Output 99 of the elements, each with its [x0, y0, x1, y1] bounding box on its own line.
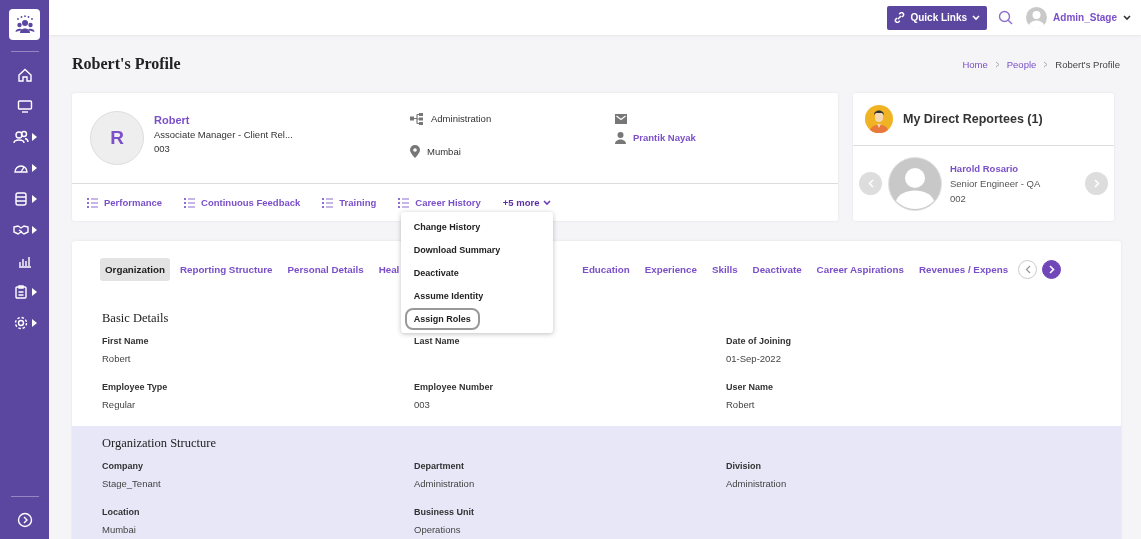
- designation: Associate Manager - Client Rel...: [154, 129, 294, 140]
- tab[interactable]: Deactivate: [747, 257, 807, 281]
- field-label: Location: [102, 507, 141, 517]
- scroll-right-button[interactable]: [1042, 259, 1062, 279]
- org-chart-icon: [410, 112, 424, 125]
- tab[interactable]: Personal Details: [282, 257, 369, 281]
- list-icon: [184, 197, 196, 208]
- reportee-role: Senior Engineer - QA: [950, 178, 1042, 189]
- search-icon: [998, 10, 1014, 25]
- home-icon: [16, 66, 33, 83]
- field-label: Business Unit: [414, 507, 475, 517]
- reportee-name[interactable]: Harold Rosario: [950, 163, 1085, 174]
- tab[interactable]: Heal: [373, 257, 405, 281]
- database-icon: [12, 190, 29, 207]
- tab[interactable]: Skills: [707, 257, 743, 281]
- caret-icon: [31, 225, 37, 234]
- more-button[interactable]: +5 more: [502, 197, 552, 208]
- caret-icon: [31, 287, 37, 296]
- avatar-icon: [1026, 7, 1048, 28]
- breadcrumb-link[interactable]: Home: [962, 58, 988, 70]
- tab[interactable]: Career Aspirations: [811, 257, 909, 281]
- search-button[interactable]: [998, 10, 1014, 25]
- chevron-right-icon: [1043, 60, 1049, 68]
- chevron-down-icon: [1123, 14, 1131, 21]
- section-title: Organization Structure: [102, 436, 216, 451]
- quick-links-button[interactable]: Quick Links: [887, 5, 988, 30]
- chevron-right-icon: [1093, 179, 1100, 188]
- manager-link[interactable]: Prantik Nayak: [633, 132, 696, 143]
- app-logo[interactable]: [9, 9, 40, 40]
- avatar-icon: [888, 156, 942, 211]
- tab[interactable]: Education: [577, 257, 635, 281]
- location-pin-icon: [410, 145, 420, 158]
- profile-link[interactable]: Continuous Feedback: [184, 197, 301, 208]
- field-label: Employee Type: [102, 382, 169, 392]
- field-value: Administration: [726, 478, 788, 489]
- field-label: Department: [414, 461, 465, 471]
- tab[interactable]: Organization: [100, 257, 170, 281]
- chevron-down-icon: [543, 199, 552, 206]
- location: Mumbai: [427, 146, 461, 157]
- envelope-icon: [615, 113, 627, 124]
- field-value: Administration: [414, 478, 476, 489]
- caret-icon: [31, 318, 37, 327]
- list-icon: [322, 197, 334, 208]
- chevron-right-icon: [994, 60, 1000, 68]
- monitor-icon: [16, 97, 33, 114]
- person-icon: [615, 131, 626, 144]
- tab[interactable]: Revenues / Expens: [913, 257, 1014, 281]
- tab[interactable]: Experience: [639, 257, 702, 281]
- chevron-down-icon: [972, 14, 981, 21]
- field-value: 01-Sep-2022: [726, 353, 782, 364]
- field-label: Employee Number: [414, 382, 495, 392]
- employee-name[interactable]: Robert: [154, 114, 410, 126]
- field-label: User Name: [726, 382, 775, 392]
- field-value: Stage_Tenant: [102, 478, 162, 489]
- user-menu[interactable]: Admin_Stage: [1026, 7, 1131, 28]
- profile-link[interactable]: Performance: [87, 197, 163, 208]
- field-value: Regular: [102, 399, 137, 410]
- caret-icon: [31, 194, 37, 203]
- breadcrumb-link[interactable]: People: [1006, 58, 1037, 70]
- profile-link[interactable]: Career History: [398, 197, 481, 208]
- field-value: Mumbai: [102, 524, 137, 535]
- clipboard-icon: [12, 283, 29, 300]
- menu-item[interactable]: Change History: [404, 216, 490, 238]
- field-label: Date of Joining: [726, 336, 792, 346]
- list-icon: [87, 197, 98, 208]
- field-value: Operations: [414, 524, 462, 535]
- tab[interactable]: Reporting Structure: [174, 257, 278, 281]
- chevron-left-icon: [867, 179, 874, 188]
- field-label: Division: [726, 461, 762, 471]
- arrow-circle-icon: [16, 511, 33, 528]
- settings-icon: [12, 314, 29, 331]
- list-icon: [398, 197, 410, 208]
- avatar: R: [90, 111, 144, 165]
- menu-item[interactable]: Assign Roles: [404, 308, 480, 330]
- manager-avatar-icon: [865, 105, 893, 133]
- breadcrumb-current: Robert's Profile: [1055, 58, 1120, 70]
- menu-item[interactable]: Download Summary: [404, 239, 510, 261]
- field-value: Robert: [726, 399, 756, 410]
- card-title: My Direct Reportees (1): [903, 112, 1043, 126]
- link-icon: [894, 12, 906, 23]
- chevron-left-icon: [1024, 264, 1031, 274]
- department: Administration: [431, 113, 492, 124]
- field-label: Last Name: [414, 336, 461, 346]
- profile-link[interactable]: Training: [322, 197, 377, 208]
- caret-icon: [31, 132, 37, 141]
- page-title: Robert's Profile: [72, 55, 181, 73]
- field-value: Robert: [102, 353, 132, 364]
- section-title: Basic Details: [102, 311, 169, 326]
- field-label: First Name: [102, 336, 150, 346]
- people-group-icon: [14, 14, 35, 35]
- reportee-id: 002: [950, 193, 967, 204]
- employee-id: 003: [154, 143, 171, 154]
- menu-item[interactable]: Assume Identity: [404, 285, 493, 307]
- menu-item[interactable]: Deactivate: [404, 262, 468, 284]
- chevron-right-icon: [1048, 264, 1055, 274]
- caret-icon: [31, 163, 37, 172]
- people-icon: [12, 128, 29, 145]
- field-label: Company: [102, 461, 144, 471]
- field-value: 003: [414, 399, 431, 410]
